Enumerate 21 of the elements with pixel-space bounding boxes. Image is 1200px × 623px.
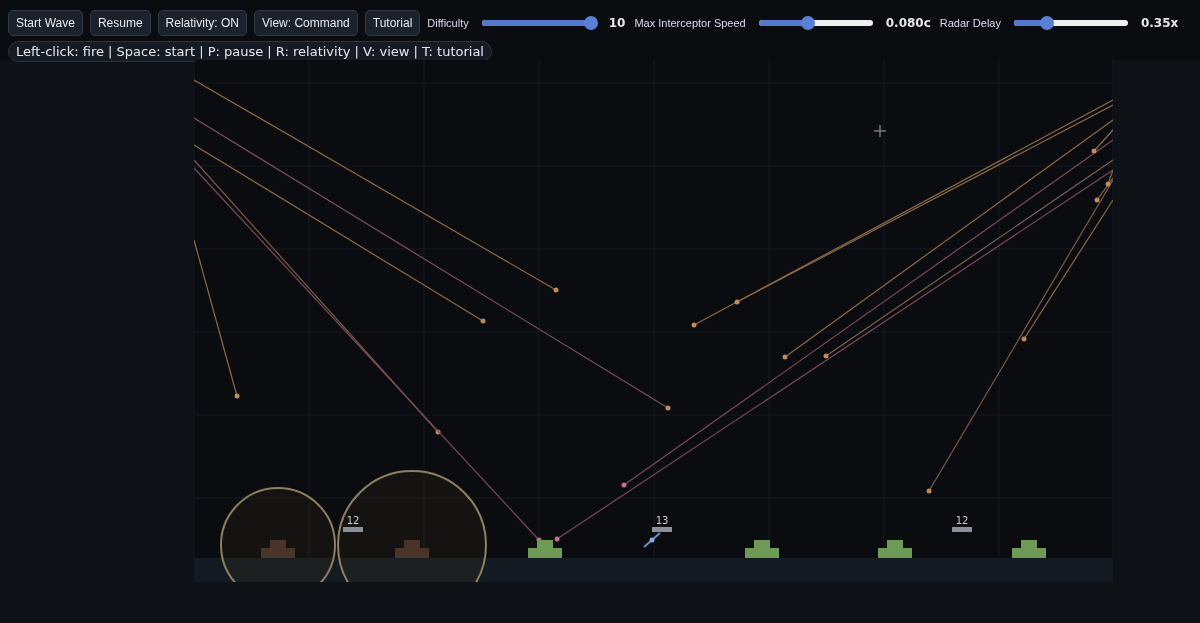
toolbar-button[interactable]: View: Command bbox=[253, 10, 358, 36]
slider-value: 10 bbox=[608, 16, 626, 30]
launcher-bar bbox=[952, 527, 972, 532]
toolbar-button[interactable]: Resume bbox=[89, 10, 151, 36]
toolbar-button[interactable]: Start Wave bbox=[8, 10, 83, 36]
slider-label: Radar Delay bbox=[939, 17, 1001, 29]
launcher-bar bbox=[343, 527, 363, 532]
ammo-count: 12 bbox=[346, 515, 360, 526]
launcher-bar bbox=[652, 527, 672, 532]
game-canvas[interactable]: 12 13 12 bbox=[194, 60, 1113, 582]
slider-value: 0.35x bbox=[1140, 16, 1179, 30]
controls-hint: Left-click: fire | Space: start | P: pause | R: relativity | V: view | T: tutorial bbox=[8, 41, 492, 62]
slider-value: 0.080c bbox=[885, 16, 931, 30]
slider-label: Max Interceptor Speed bbox=[634, 17, 746, 29]
ammo-count: 13 bbox=[655, 515, 669, 526]
slider-label: Difficulty bbox=[427, 17, 469, 29]
toolbar-button[interactable]: Relativity: ON bbox=[157, 10, 247, 36]
crosshair-icon bbox=[873, 124, 887, 138]
ammo-count: 12 bbox=[955, 515, 969, 526]
toolbar-button[interactable]: Tutorial bbox=[364, 10, 421, 36]
interceptor-icon bbox=[643, 532, 661, 548]
